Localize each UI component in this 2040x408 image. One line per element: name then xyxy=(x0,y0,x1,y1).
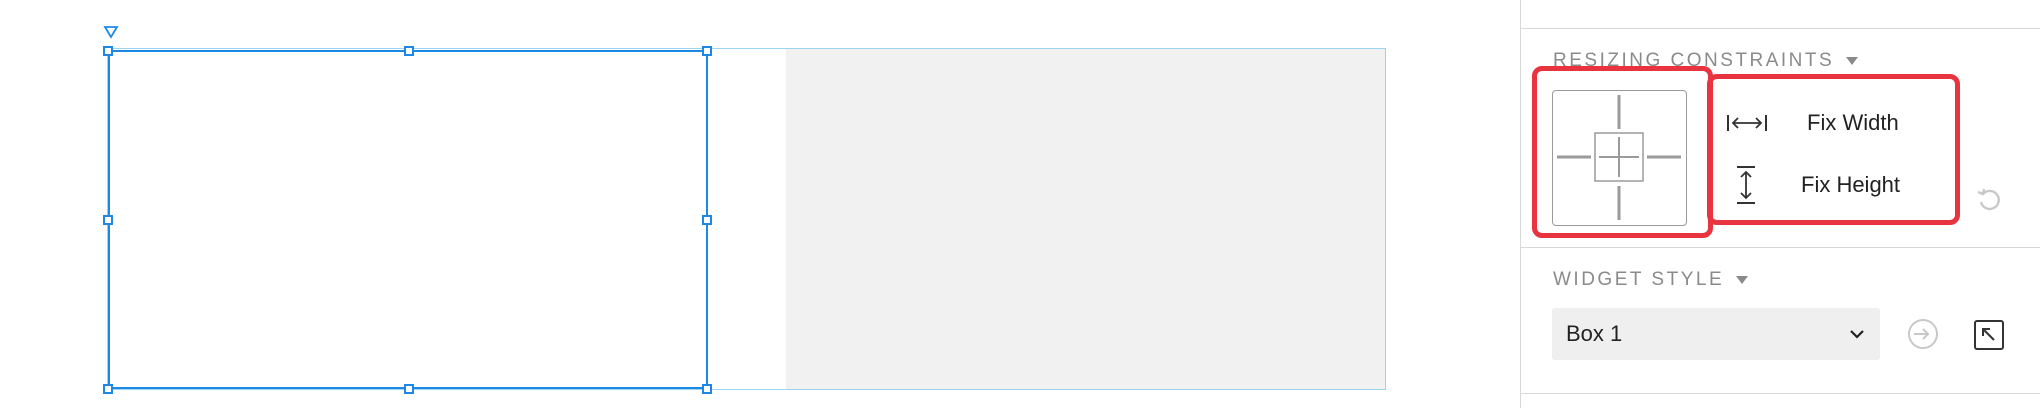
apply-style-button[interactable] xyxy=(1904,315,1942,353)
chevron-down-icon xyxy=(1850,330,1864,339)
constraint-pins-icon xyxy=(1557,95,1681,220)
widget-style-value: Box 1 xyxy=(1566,321,1623,346)
fix-height-icon xyxy=(1737,166,1755,204)
style-side-panel: RESIZING CONSTRAINTS Fix Width Fix Heigh… xyxy=(1520,0,2040,408)
reset-constraints-button[interactable] xyxy=(1973,184,2005,216)
section-divider xyxy=(1521,393,2040,394)
resize-handle-top-right[interactable] xyxy=(702,46,712,56)
fix-height-label: Fix Height xyxy=(1801,172,1901,197)
resize-handle-bottom-right[interactable] xyxy=(702,384,712,394)
fix-width-button[interactable]: Fix Width xyxy=(1725,110,1899,136)
resize-handle-middle-left[interactable] xyxy=(103,215,113,225)
fix-height-button[interactable]: Fix Height xyxy=(1733,164,1900,206)
resize-handle-bottom-center[interactable] xyxy=(404,384,414,394)
open-style-editor-icon xyxy=(1974,320,2004,350)
widget-style-select[interactable]: Box 1 xyxy=(1552,308,1880,360)
rotation-marker-icon[interactable] xyxy=(103,24,119,40)
design-canvas[interactable] xyxy=(0,0,1520,408)
fix-width-icon xyxy=(1727,115,1767,131)
caret-down-icon xyxy=(1846,57,1859,65)
placeholder-panel[interactable] xyxy=(786,49,1385,389)
widget-style-header[interactable]: WIDGET STYLE xyxy=(1553,269,1749,291)
fix-width-label: Fix Width xyxy=(1807,110,1899,135)
caret-down-icon xyxy=(1736,276,1749,284)
resize-handle-top-center[interactable] xyxy=(404,46,414,56)
selected-box-widget[interactable] xyxy=(108,50,708,389)
open-style-editor-button[interactable] xyxy=(1972,318,2006,352)
reset-icon xyxy=(1977,188,2000,211)
section-divider xyxy=(1521,28,2040,29)
section-divider xyxy=(1521,247,2040,248)
resize-handle-top-left[interactable] xyxy=(103,46,113,56)
constraint-pin-widget[interactable] xyxy=(1552,90,1687,226)
apply-style-icon xyxy=(1908,319,1938,349)
widget-style-title: WIDGET STYLE xyxy=(1553,269,1725,290)
resize-handle-middle-right[interactable] xyxy=(702,215,712,225)
resize-handle-bottom-left[interactable] xyxy=(103,384,113,394)
